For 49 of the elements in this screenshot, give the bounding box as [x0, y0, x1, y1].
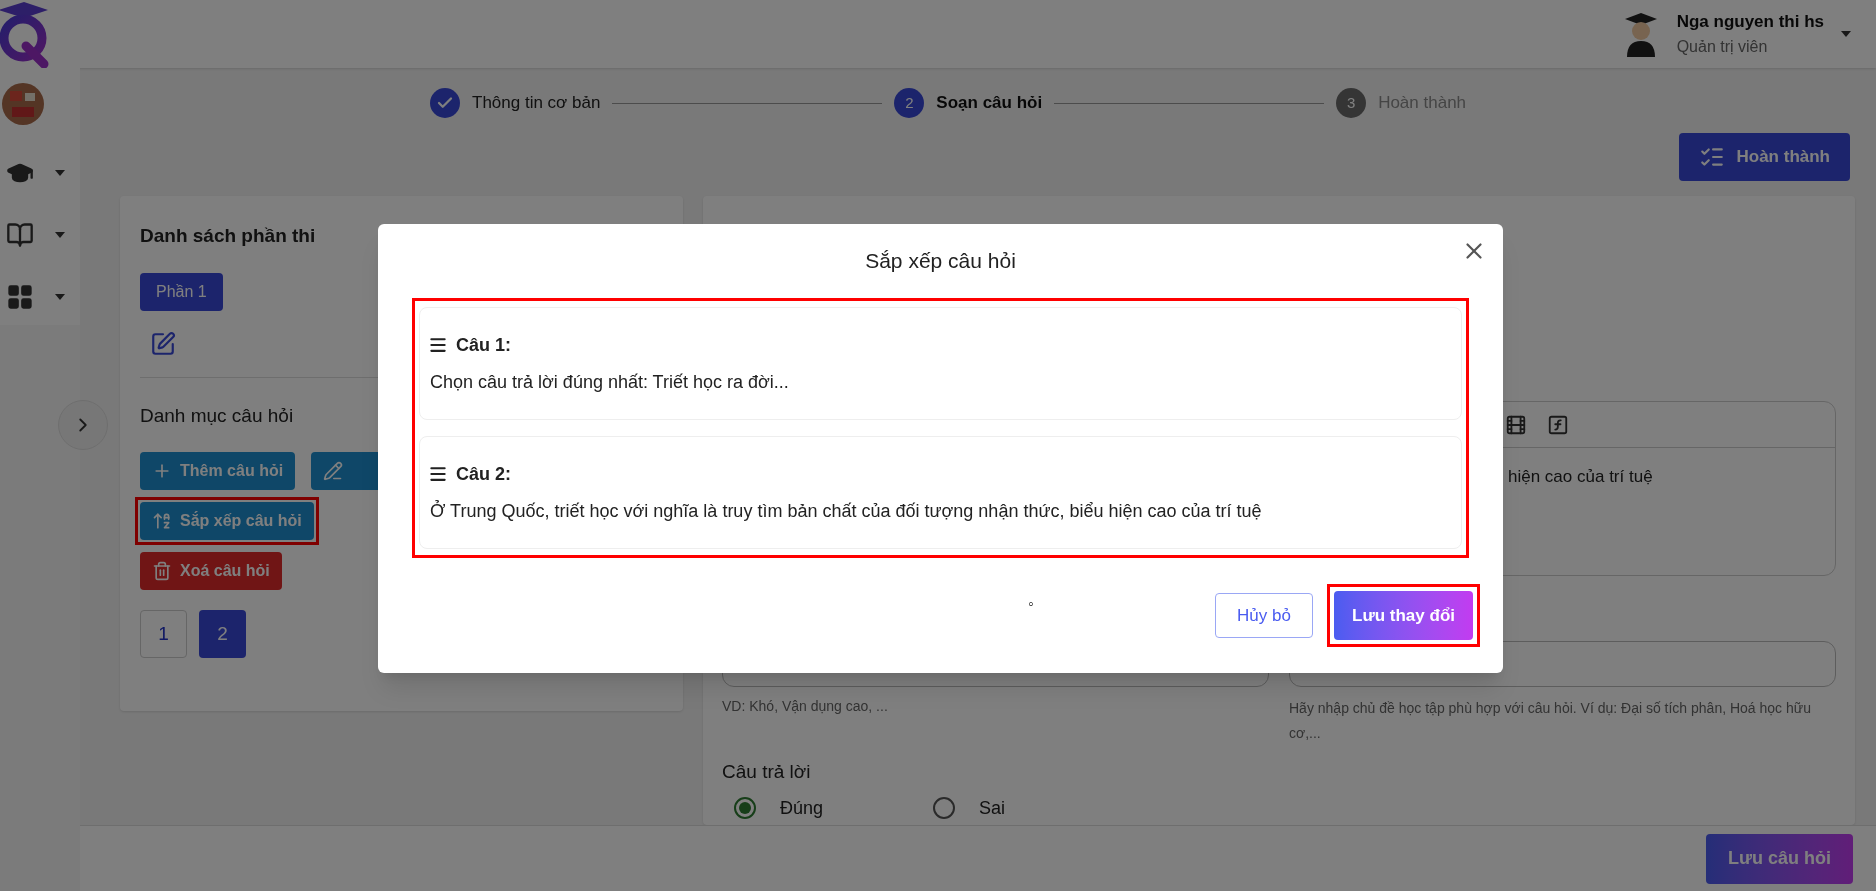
finish-button[interactable]: Hoàn thành [1678, 133, 1850, 181]
question-text: Ở Trung Quốc, triết học với nghĩa là truy tìm bản chất của đối tượng nhận thức, biểu hiện cao của trí tuệ [429, 499, 1263, 523]
add-question-button[interactable]: Thêm câu hỏi [140, 452, 296, 490]
delete-question-button[interactable]: Xoá câu hỏi [140, 552, 282, 590]
course-avatar[interactable] [2, 83, 44, 125]
save-changes-button[interactable]: Lưu thay đổi [1334, 591, 1473, 640]
page-button[interactable]: 1 [140, 610, 187, 658]
field-hint: VD: Khó, Vận dụng cao, ... [722, 697, 889, 716]
sort-icon [152, 511, 172, 531]
drag-handle-icon[interactable] [428, 335, 448, 355]
radio-icon[interactable] [933, 797, 956, 819]
caret-icon[interactable] [54, 231, 66, 239]
radio-icon[interactable] [734, 797, 756, 819]
question-label: Câu 1: [456, 333, 511, 357]
edit-icon[interactable] [150, 330, 176, 357]
widgets-icon[interactable] [6, 283, 34, 311]
page-button[interactable]: 2 [199, 610, 246, 658]
answer-radio[interactable]: Đúng [734, 794, 824, 822]
step-label: Soạn câu hỏi [936, 92, 1043, 115]
caret-icon[interactable] [1840, 30, 1852, 38]
user-role: Quản trị viên [1676, 36, 1769, 57]
answer-title: Câu trả lời [722, 760, 812, 784]
film-icon[interactable] [1505, 413, 1527, 436]
save-question-button[interactable]: Lưu câu hỏi [1705, 833, 1853, 884]
section-chip[interactable]: Phần 1 [140, 272, 223, 311]
question-item[interactable]: Câu 2: Ở Trung Quốc, triết học với nghĩa là truy tìm bản chất của đối tượng nhận thức, biểu hiện cao của trí tuệ [419, 436, 1462, 549]
question-book-icon[interactable] [6, 221, 34, 249]
section-title: Danh mục câu hỏi [140, 403, 295, 428]
step-number: 3 [1346, 92, 1356, 113]
sort-questions-button[interactable]: Sắp xếp câu hỏi [140, 502, 314, 540]
card-title: Danh sách phần thi [140, 224, 317, 248]
caret-icon[interactable] [54, 293, 66, 301]
dialog-title: Sắp xếp câu hỏi [865, 248, 1016, 275]
question-label: Câu 2: [456, 462, 511, 486]
cancel-button[interactable]: Hủy bỏ [1215, 593, 1313, 638]
footer-mark: ◦ [1028, 594, 1034, 614]
step-number: 2 [905, 92, 914, 113]
question-text: Chọn câu trả lời đúng nhất: Triết học ra đời... [429, 370, 790, 394]
answer-radio[interactable]: Sai [933, 794, 1006, 822]
function-icon[interactable] [1547, 413, 1569, 436]
caret-icon[interactable] [54, 169, 66, 177]
step-label: Thông tin cơ bản [472, 92, 601, 115]
field-hint: Hãy nhập chủ đề học tập phù hợp với câu hỏi. Ví dụ: Đại số tích phân, Hoá học hữu cơ,... [1289, 699, 1812, 743]
trash-icon [152, 561, 172, 581]
drag-handle-icon[interactable] [428, 464, 448, 484]
editor-text: hiện cao của trí tuệ [1507, 466, 1654, 488]
user-name: Nga nguyen thi hs [1676, 11, 1824, 34]
question-item[interactable]: Câu 1: Chọn câu trả lời đúng nhất: Triết học ra đời... [419, 307, 1462, 420]
edit-lines-icon [323, 461, 344, 481]
